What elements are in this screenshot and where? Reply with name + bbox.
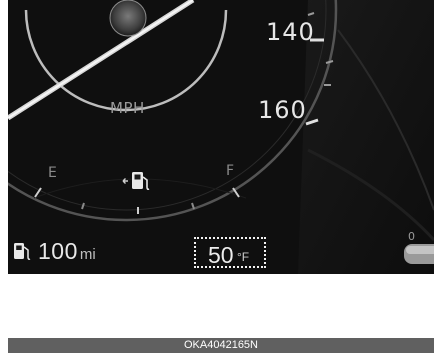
fuel-tick	[81, 202, 85, 210]
side-gauge-tick-label: 0	[408, 230, 415, 243]
fuel-full-label: F	[226, 163, 235, 179]
outside-temperature-unit: °F	[237, 250, 250, 264]
side-gauge	[404, 244, 434, 264]
fuel-empty-label: E	[48, 165, 57, 181]
speed-unit-label: MPH	[110, 99, 145, 117]
speed-label-140: 140	[266, 18, 315, 46]
range-unit: mi	[79, 246, 96, 263]
instrument-cluster-photo: 140 160 MPH E F 100 mi 50 °F 0	[8, 0, 434, 274]
outside-temperature-highlight: 50 °F	[194, 237, 266, 268]
outside-temperature-value: 50	[208, 242, 234, 268]
fuel-gauge	[33, 172, 247, 214]
fuel-pump-icon	[122, 172, 150, 191]
image-caption: OKA4042165N	[8, 338, 434, 353]
range-value: 100	[38, 238, 78, 264]
driving-range: 100 mi	[8, 238, 96, 268]
speed-label-160: 160	[258, 96, 307, 124]
